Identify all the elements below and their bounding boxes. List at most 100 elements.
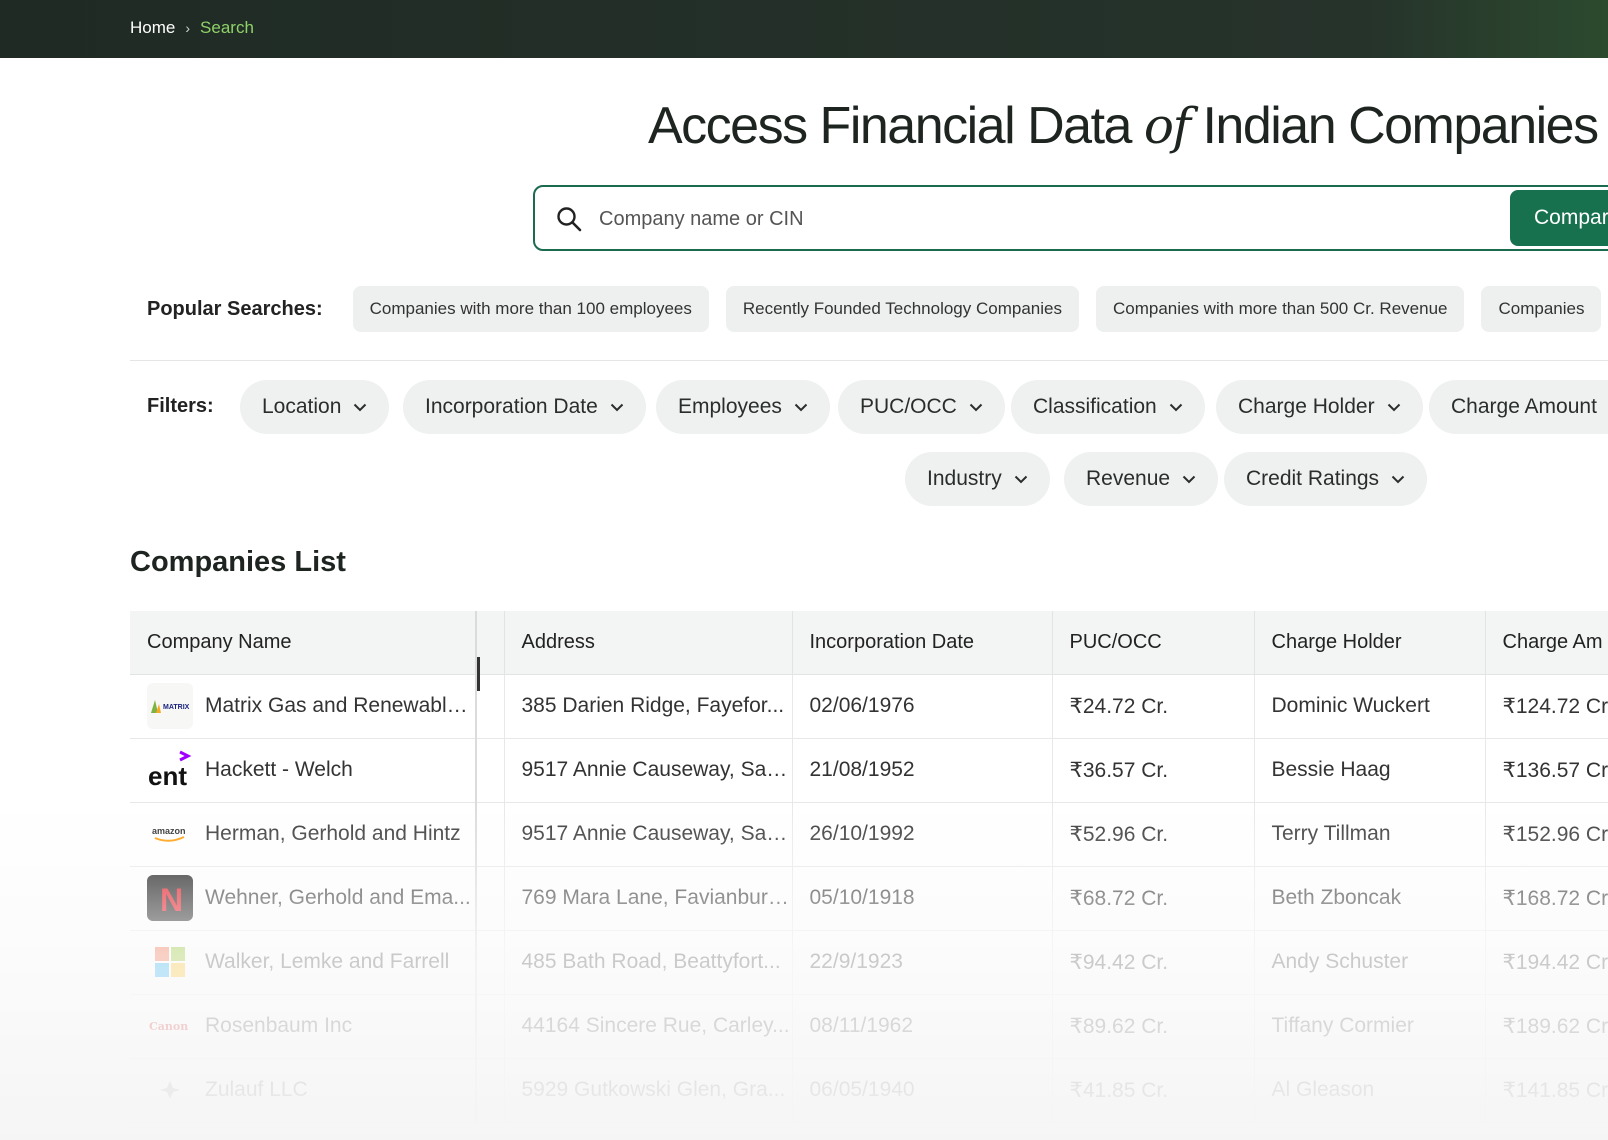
filter-label: Charge Amount (1451, 395, 1597, 418)
filter-industry[interactable]: Industry (905, 452, 1050, 506)
breadcrumb-current: Search (200, 18, 254, 37)
filters-label: Filters: (147, 395, 214, 417)
svg-text:N: N (160, 882, 183, 918)
filter-location[interactable]: Location (240, 380, 390, 434)
filter-label: Revenue (1086, 467, 1171, 490)
breadcrumb: Home › Search (130, 18, 254, 38)
filter-employees[interactable]: Employees (656, 380, 830, 434)
table-row[interactable]: Zulauf LLC 5929 Gutkowski Glen, Gra... 0… (130, 1058, 1608, 1123)
charge-holder: Al Gleason (1254, 1058, 1486, 1123)
table-row[interactable]: ent Hackett - Welch 9517 Annie Causeway,… (130, 738, 1608, 803)
chevron-down-icon (969, 403, 983, 411)
companies-table: Company Name Address Incorporation Date … (130, 611, 1608, 1131)
charge-holder: Dominic Wuckert (1254, 674, 1486, 739)
incorporation-date: 06/05/1940 (792, 1058, 1053, 1123)
filter-label: Classification (1033, 395, 1157, 418)
company-address: 9517 Annie Causeway, Saw... (504, 738, 793, 803)
incorporation-date: 02/06/1976 (792, 674, 1053, 739)
page-title-part2: Indian Companies (1202, 97, 1599, 155)
company-address: 9517 Annie Causeway, Saw... (504, 802, 793, 867)
filter-charge-holder[interactable]: Charge Holder (1216, 380, 1423, 434)
filter-revenue[interactable]: Revenue (1064, 452, 1219, 506)
charge-amount: ₹194.42 Cr. (1485, 930, 1608, 995)
company-name[interactable]: Herman, Gerhold and Hintz (205, 822, 461, 846)
incorporation-date: 08/11/1962 (792, 994, 1053, 1059)
filter-classification[interactable]: Classification (1011, 380, 1205, 434)
filter-label: Industry (927, 467, 1002, 490)
chevron-down-icon (610, 403, 623, 411)
puc-occ-value: ₹24.72 Cr. (1052, 674, 1255, 739)
charge-amount: ₹124.72 Cr. (1485, 674, 1608, 739)
company-name[interactable]: Walker, Lemke and Farrell (205, 950, 449, 974)
chevron-down-icon (354, 403, 367, 411)
divider (130, 360, 1608, 361)
breadcrumb-home-link[interactable]: Home (130, 18, 175, 38)
top-bar: Home › Search (0, 0, 1608, 58)
table-row[interactable]: Canon Rosenbaum Inc 44164 Sincere Rue, C… (130, 994, 1608, 1059)
page-title: Access Financial Data of Indian Companie… (648, 96, 1599, 156)
search-input[interactable] (599, 203, 1399, 235)
filter-incorporation-date[interactable]: Incorporation Date (403, 380, 646, 434)
column-header-charge-holder[interactable]: Charge Holder (1254, 611, 1486, 675)
matrix-logo-icon: MATRIX (147, 683, 193, 729)
charge-holder: Terry Tillman (1254, 802, 1486, 867)
amazon-logo-icon: amazon (147, 811, 193, 857)
column-header-company-name[interactable]: Company Name (130, 611, 477, 675)
filter-label: PUC/OCC (860, 395, 957, 418)
page-title-part1: Access Financial Data (648, 97, 1144, 155)
column-header-address[interactable]: Address (504, 611, 793, 675)
charge-amount: ₹136.57 Cr. (1485, 738, 1608, 803)
generic-logo-icon (147, 1067, 193, 1113)
company-address: 385 Darien Ridge, Fayefor... (504, 674, 793, 739)
column-resize-handle[interactable] (477, 657, 480, 691)
charge-holder: Andy Schuster (1254, 930, 1486, 995)
company-address: 769 Mara Lane, Favianbury... (504, 866, 793, 931)
table-row[interactable]: Walker, Lemke and Farrell 485 Bath Road,… (130, 930, 1608, 995)
column-spacer (475, 611, 505, 675)
company-name[interactable]: Hackett - Welch (205, 758, 353, 782)
puc-occ-value: ₹89.62 Cr. (1052, 994, 1255, 1059)
column-header-charge-amount[interactable]: Charge Am (1485, 611, 1608, 675)
accenture-logo-icon: ent (147, 747, 193, 793)
svg-text:MATRIX: MATRIX (163, 704, 190, 711)
incorporation-date: 21/08/1952 (792, 738, 1053, 803)
canon-logo-icon: Canon (147, 1003, 193, 1049)
table-row[interactable]: N Wehner, Gerhold and Ema... 769 Mara La… (130, 866, 1608, 931)
company-name[interactable]: Wehner, Gerhold and Ema... (205, 886, 471, 910)
filter-label: Incorporation Date (425, 395, 598, 418)
charge-amount: ₹141.85 Cr. (1485, 1058, 1608, 1123)
search-bar: Compar (533, 185, 1608, 251)
charge-amount: ₹152.96 Cr. (1485, 802, 1608, 867)
company-name[interactable]: Rosenbaum Inc (205, 1014, 352, 1038)
incorporation-date: 22/9/1923 (792, 930, 1053, 995)
filter-label: Credit Ratings (1246, 467, 1380, 490)
svg-text:amazon: amazon (152, 826, 186, 836)
puc-occ-value: ₹41.85 Cr. (1052, 1058, 1255, 1123)
svg-text:ent: ent (148, 761, 187, 791)
company-name[interactable]: Matrix Gas and Renewable... (205, 694, 475, 718)
column-header-puc-occ[interactable]: PUC/OCC (1052, 611, 1255, 675)
filter-label: Location (262, 395, 342, 418)
popular-search-chip[interactable]: Companies (1481, 286, 1602, 332)
netflix-logo-icon: N (147, 875, 193, 921)
breadcrumb-chevron-icon: › (185, 20, 191, 36)
puc-occ-value: ₹36.57 Cr. (1052, 738, 1255, 803)
puc-occ-value: ₹52.96 Cr. (1052, 802, 1255, 867)
popular-searches-label: Popular Searches: (147, 297, 323, 320)
filter-credit-ratings[interactable]: Credit Ratings (1224, 452, 1428, 506)
table-row[interactable]: amazon Herman, Gerhold and Hintz 9517 An… (130, 802, 1608, 867)
search-button[interactable]: Compar (1510, 190, 1608, 246)
filter-puc-occ[interactable]: PUC/OCC (838, 380, 1005, 434)
popular-search-chip[interactable]: Companies with more than 500 Cr. Revenue (1095, 286, 1465, 332)
charge-amount: ₹189.62 Cr. (1485, 994, 1608, 1059)
charge-holder: Bessie Haag (1254, 738, 1486, 803)
popular-search-chip[interactable]: Companies with more than 100 employees (352, 286, 709, 332)
company-name[interactable]: Zulauf LLC (205, 1078, 308, 1102)
popular-search-chip[interactable]: Recently Founded Technology Companies (725, 286, 1079, 332)
table-row[interactable]: MATRIX Matrix Gas and Renewable... 385 D… (130, 674, 1608, 739)
column-header-incorporation-date[interactable]: Incorporation Date (792, 611, 1053, 675)
filter-charge-amount[interactable]: Charge Amount (1429, 380, 1608, 434)
company-address: 485 Bath Road, Beattyfort... (504, 930, 793, 995)
chevron-down-icon (1387, 403, 1400, 411)
filter-label: Employees (678, 395, 782, 418)
